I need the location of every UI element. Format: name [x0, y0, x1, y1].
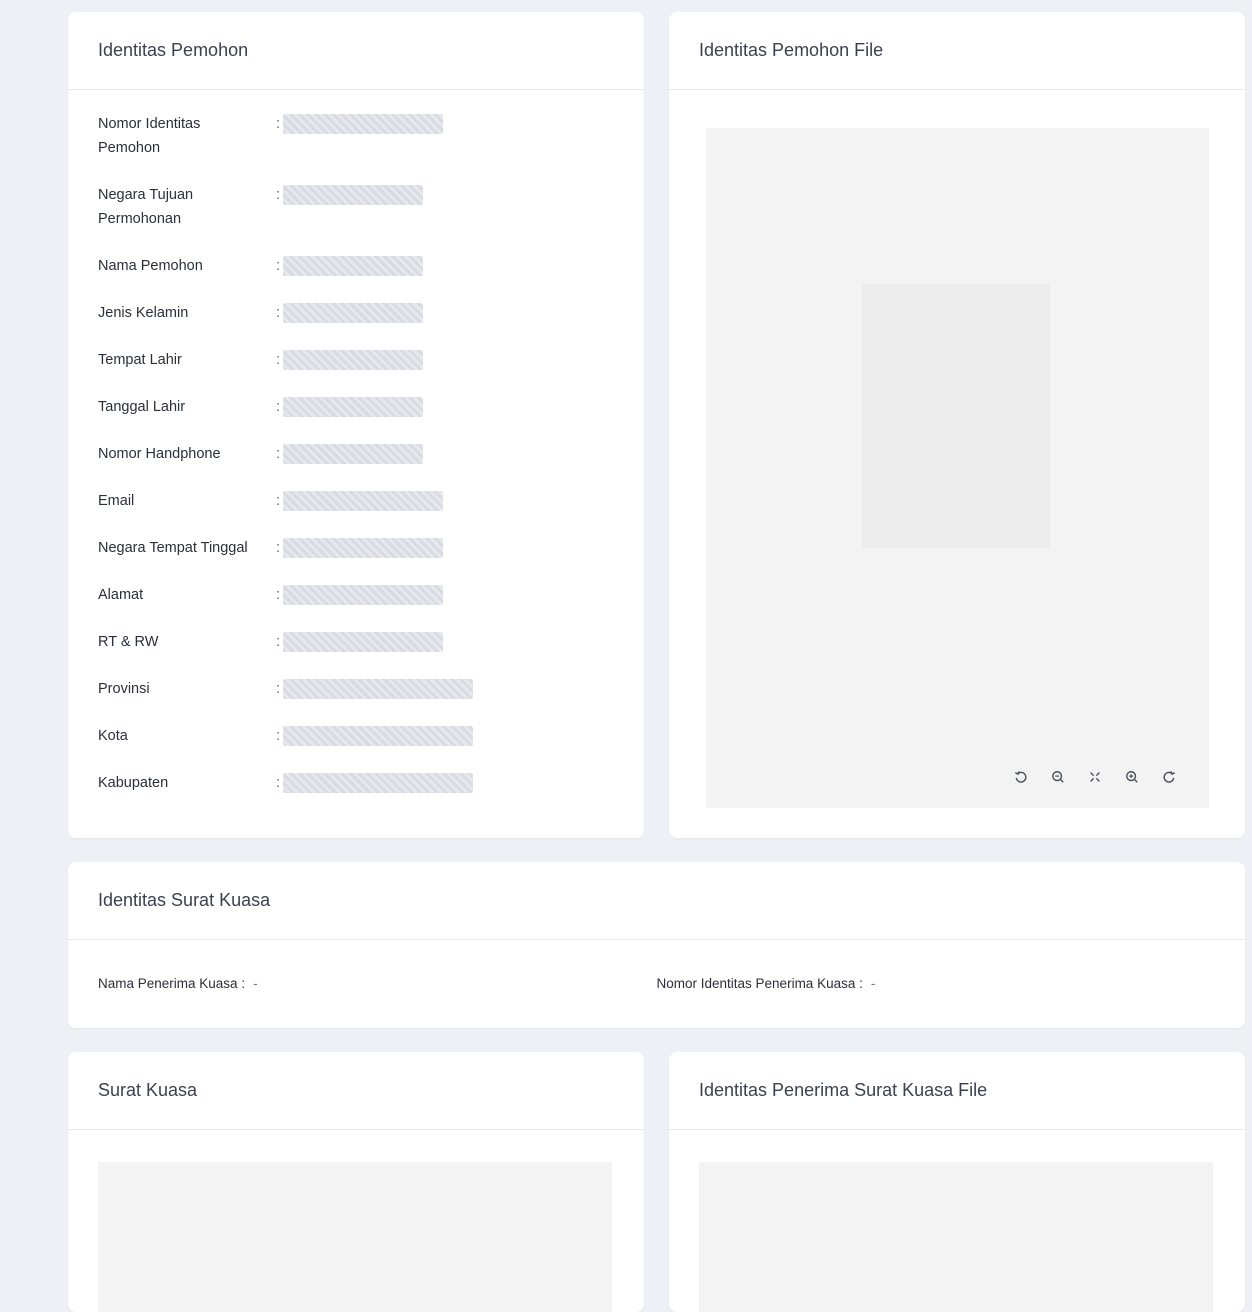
redacted-value [283, 491, 444, 511]
nomor-identitas-penerima-kuasa: Nomor Identitas Penerima Kuasa : - [657, 976, 1216, 991]
file-viewer[interactable] [706, 128, 1209, 808]
identitas-pemohon-fields: Nomor Identitas Pemohon: Negara Tujuan Pe… [68, 90, 644, 818]
field-label: RT & RW [98, 634, 159, 650]
field-colon: : [276, 681, 281, 697]
redacted-value [283, 773, 474, 793]
field-colon: : [276, 493, 281, 509]
field-colon: : [276, 446, 281, 462]
field-row: Tanggal Lahir: [98, 395, 614, 442]
field-colon: : [276, 634, 281, 650]
penerima-surat-kuasa-file-card: Identitas Penerima Surat Kuasa File [669, 1052, 1245, 1312]
field-label: Jenis Kelamin [98, 305, 189, 321]
redacted-value [283, 397, 424, 417]
viewer-toolbar [1002, 764, 1187, 790]
identitas-pemohon-title: Identitas Pemohon [68, 12, 644, 90]
field-colon: : [276, 540, 281, 556]
field-label: Kota [98, 728, 128, 744]
field-row: Nomor Identitas Pemohon: [98, 112, 614, 183]
field-label: Alamat [98, 587, 144, 603]
fit-screen-icon[interactable] [1076, 764, 1113, 790]
field-row: Nomor Handphone: [98, 442, 614, 489]
field-label: Nomor Handphone [98, 446, 221, 462]
redacted-value [283, 726, 474, 746]
redacted-value [283, 444, 424, 464]
surat-kuasa-card: Surat Kuasa [68, 1052, 644, 1312]
field-row: Negara Tempat Tinggal: [98, 536, 614, 583]
field-colon: : [276, 728, 281, 744]
identitas-pemohon-file-card: Identitas Pemohon File [669, 12, 1245, 838]
identitas-surat-kuasa-card: Identitas Surat Kuasa Nama Penerima Kuas… [68, 862, 1245, 1028]
field-row: RT & RW: [98, 630, 614, 677]
nama-penerima-kuasa-label: Nama Penerima Kuasa : [98, 975, 246, 991]
field-label: Tanggal Lahir [98, 399, 186, 415]
field-row: Email: [98, 489, 614, 536]
redacted-value [283, 185, 424, 205]
zoom-in-icon[interactable] [1113, 764, 1150, 790]
field-label: Negara Tujuan Permohonan [98, 187, 194, 227]
field-label: Kabupaten [98, 775, 169, 791]
nomor-identitas-penerima-kuasa-value: - [870, 975, 876, 991]
redacted-value [283, 303, 424, 323]
nama-penerima-kuasa-value: - [253, 975, 258, 991]
field-label: Provinsi [98, 681, 150, 697]
field-label: Nama Pemohon [98, 258, 203, 274]
field-colon: : [276, 775, 281, 791]
document-preview [862, 284, 1050, 548]
redacted-value [283, 256, 424, 276]
surat-kuasa-viewer[interactable] [98, 1162, 612, 1312]
field-colon: : [276, 352, 281, 368]
field-row: Tempat Lahir: [98, 348, 614, 395]
field-label: Negara Tempat Tinggal [98, 540, 248, 556]
redacted-value [283, 114, 444, 134]
field-colon: : [276, 187, 281, 203]
redacted-value [283, 585, 444, 605]
field-row: Alamat: [98, 583, 614, 630]
field-label: Nomor Identitas Pemohon [98, 116, 201, 156]
penerima-surat-kuasa-file-title: Identitas Penerima Surat Kuasa File [669, 1052, 1245, 1130]
identitas-pemohon-card: Identitas Pemohon Nomor Identitas Pemoho… [68, 12, 644, 838]
rotate-left-icon[interactable] [1002, 764, 1039, 790]
redacted-value [283, 538, 444, 558]
redacted-value [283, 350, 424, 370]
nomor-identitas-penerima-kuasa-label: Nomor Identitas Penerima Kuasa : [656, 975, 863, 991]
field-row: Provinsi: [98, 677, 614, 724]
field-row: Jenis Kelamin: [98, 301, 614, 348]
field-colon: : [276, 399, 281, 415]
redacted-value [283, 679, 474, 699]
field-colon: : [276, 305, 281, 321]
identitas-pemohon-file-title: Identitas Pemohon File [669, 12, 1245, 90]
field-row: Kota: [98, 724, 614, 771]
field-label: Tempat Lahir [98, 352, 182, 368]
field-row: Nama Pemohon: [98, 254, 614, 301]
identitas-surat-kuasa-title: Identitas Surat Kuasa [68, 862, 1245, 940]
zoom-out-icon[interactable] [1039, 764, 1076, 790]
field-label: Email [98, 493, 135, 509]
rotate-right-icon[interactable] [1150, 764, 1187, 790]
penerima-surat-kuasa-file-viewer[interactable] [699, 1162, 1213, 1312]
surat-kuasa-title: Surat Kuasa [68, 1052, 644, 1130]
redacted-value [283, 632, 444, 652]
field-row: Negara Tujuan Permohonan: [98, 183, 614, 254]
field-colon: : [276, 258, 281, 274]
field-colon: : [276, 116, 281, 132]
field-row: Kabupaten: [98, 771, 614, 818]
surat-kuasa-fields: Nama Penerima Kuasa : - Nomor Identitas … [68, 940, 1245, 1026]
nama-penerima-kuasa: Nama Penerima Kuasa : - [98, 976, 657, 991]
field-colon: : [276, 587, 281, 603]
